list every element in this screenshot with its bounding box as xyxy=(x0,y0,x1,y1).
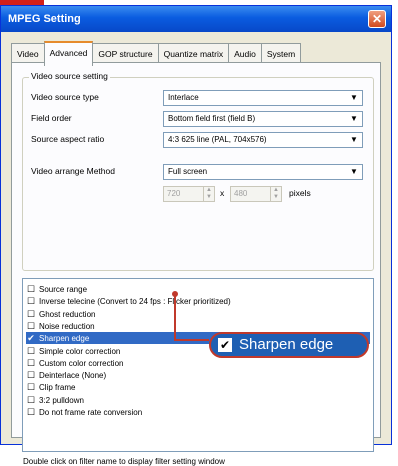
tab-advanced[interactable]: Advanced xyxy=(43,41,94,66)
mpeg-setting-window: MPEG Setting ✕ Video Advanced GOP struct… xyxy=(0,5,392,466)
callout-leader-line xyxy=(172,291,209,341)
hint-text: Double click on filter name to display f… xyxy=(23,457,225,466)
leader-path xyxy=(174,294,209,341)
sharpen-edge-callout: ✔ Sharpen edge xyxy=(209,332,369,358)
callout-label: Sharpen edge xyxy=(239,336,334,353)
checkbox-checked-icon: ✔ xyxy=(218,338,232,352)
